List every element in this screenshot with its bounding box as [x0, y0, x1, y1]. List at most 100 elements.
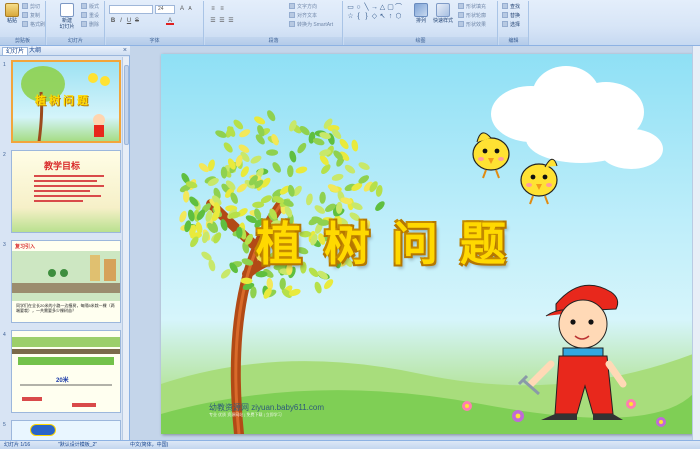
grow-font-icon[interactable]: A	[178, 5, 186, 13]
leaf	[179, 210, 187, 223]
delete-button[interactable]: 删除	[81, 21, 99, 29]
brace-shape-icon[interactable]: {	[355, 13, 362, 20]
line-shape-icon[interactable]: ╲	[363, 4, 370, 11]
tab-slides[interactable]: 幻灯片	[2, 47, 29, 55]
new-slide-button[interactable]: 新建 幻灯片	[57, 3, 77, 30]
hexagon-shape-icon[interactable]: ⬡	[395, 13, 402, 20]
language-indicator[interactable]: 中文(简体，中国)	[130, 441, 168, 449]
slide-thumbnail-5[interactable]	[11, 420, 121, 440]
bullets-icon[interactable]: ≡	[209, 5, 217, 13]
drawing-group-label: 绘图	[344, 37, 497, 45]
new-slide-label: 新建 幻灯片	[59, 18, 75, 30]
cut-button[interactable]: 剪切	[22, 3, 40, 11]
leaf	[297, 142, 307, 154]
find-label: 查找	[510, 4, 521, 10]
font-size-value: 24	[158, 6, 164, 12]
up-arrow-shape-icon[interactable]: ↑	[387, 13, 394, 20]
canvas-scrollbar[interactable]	[692, 46, 700, 440]
leaf	[295, 166, 308, 174]
thumb-4-art	[12, 337, 120, 407]
close-icon[interactable]: ×	[123, 47, 127, 55]
thumb-2-bullets	[34, 175, 104, 202]
ribbon: 粘贴 剪切 复制 格式刷 剪贴板 新建 幻灯片 版式 重设 删除 幻灯片 24 …	[0, 0, 700, 46]
select-button[interactable]: 选择	[502, 21, 520, 29]
tab-outline[interactable]: 大纲	[26, 47, 44, 55]
text-direction-button[interactable]: 文字方向	[289, 3, 317, 11]
star-shape-icon[interactable]: ☆	[347, 13, 354, 20]
editing-group-label: 编辑	[499, 37, 528, 45]
panel-scroll-thumb[interactable]	[124, 65, 129, 145]
rectangle-shape-icon[interactable]: ▭	[347, 4, 354, 11]
thumb-2-title: 教学目标	[44, 162, 81, 172]
smartart-button[interactable]: 转换为 SmartArt	[289, 21, 333, 29]
font-family-combo[interactable]	[109, 5, 153, 14]
leaf	[323, 279, 334, 290]
brush-icon	[22, 21, 28, 27]
oval-shape-icon[interactable]: ○	[355, 4, 362, 11]
leaf	[254, 116, 266, 125]
layout-button[interactable]: 版式	[81, 3, 99, 11]
strikethrough-icon[interactable]: S	[133, 17, 141, 25]
slide[interactable]: 植树问题 幼教资源网 ziyuan.baby611.com 专业 优质 资源网站…	[161, 54, 693, 434]
reset-icon	[81, 12, 87, 18]
slide-thumbnail-4[interactable]: 20米	[11, 330, 121, 413]
leaf	[319, 191, 326, 204]
align-right-icon[interactable]: ☰	[227, 17, 235, 25]
slide-index: 幻灯片 1/16	[4, 442, 31, 448]
paste-button[interactable]: 粘贴	[3, 3, 21, 24]
shapes-gallery[interactable]: ▭ ○ ╲ → △ ▢ ⌒ ☆ { } ◇ ↖ ↑ ⬡	[347, 4, 409, 32]
font-size-combo[interactable]: 24	[155, 5, 175, 14]
quick-styles-button[interactable]: 快速样式	[432, 3, 454, 24]
shape-outline-button[interactable]: 形状轮廓	[458, 12, 486, 20]
left-arrow-shape-icon[interactable]: ↖	[379, 13, 386, 20]
leaf	[215, 130, 227, 138]
slide-canvas-area: 植树问题 幼教资源网 ziyuan.baby611.com 专业 优质 资源网站…	[131, 46, 700, 440]
arrange-button[interactable]: 排列	[412, 3, 430, 24]
paragraph-group: ≡ ≡ ☰ ☰ ☰ 文字方向 对齐文本 转换为 SmartArt 段落	[205, 1, 343, 45]
find-button[interactable]: 查找	[502, 3, 520, 11]
watermark-subtext: 专业 优质 资源网站 | 免费下载 | 立即学习	[209, 412, 282, 417]
quick-styles-label: 快速样式	[432, 18, 453, 24]
align-text-button[interactable]: 对齐文本	[289, 12, 317, 20]
chick-right	[520, 158, 558, 205]
align-center-icon[interactable]: ☰	[218, 17, 226, 25]
brace-right-shape-icon[interactable]: }	[363, 13, 370, 20]
shrink-font-icon[interactable]: A	[186, 5, 194, 13]
thumb-number: 3	[3, 242, 6, 248]
shape-effects-button[interactable]: 形状效果	[458, 21, 486, 29]
leaf	[220, 269, 231, 279]
paint-bucket-icon	[458, 3, 464, 9]
effects-icon	[458, 21, 464, 27]
font-color-icon[interactable]: A	[166, 17, 174, 25]
copy-button[interactable]: 复制	[22, 12, 40, 20]
slide-thumbnail-1[interactable]: 植树问题	[11, 60, 121, 143]
slide-title[interactable]: 植树问题	[256, 208, 528, 274]
leaf	[287, 165, 294, 178]
leaf	[187, 209, 195, 222]
italic-icon[interactable]: I	[117, 17, 125, 25]
curve-shape-icon[interactable]: ⌒	[395, 4, 402, 11]
numbering-icon[interactable]: ≡	[218, 5, 226, 13]
replace-button[interactable]: 替换	[502, 12, 520, 20]
clipboard-group: 粘贴 剪切 复制 格式刷 剪贴板	[0, 1, 46, 45]
bold-icon[interactable]: B	[109, 17, 117, 25]
rounded-rect-shape-icon[interactable]: ▢	[387, 4, 394, 11]
shape-fill-button[interactable]: 形状填充	[458, 3, 486, 11]
underline-icon[interactable]: U	[125, 17, 133, 25]
diamond-shape-icon[interactable]: ◇	[371, 13, 378, 20]
arrow-shape-icon[interactable]: →	[371, 4, 378, 11]
align-left-icon[interactable]: ☰	[209, 17, 217, 25]
slide-thumbnail-2[interactable]: 教学目标	[11, 150, 121, 233]
panel-scrollbar[interactable]	[122, 57, 129, 440]
cursor-icon	[502, 21, 508, 27]
slide-thumbnail-3[interactable]: 复习引入 同学们在全长20米的小路一边植树，每隔5米栽一棵（两端要栽），一共需要…	[11, 240, 121, 323]
leaf	[223, 142, 233, 153]
thumb-number: 2	[3, 152, 6, 158]
triangle-shape-icon[interactable]: △	[379, 4, 386, 11]
format-painter-button[interactable]: 格式刷	[22, 21, 45, 29]
reset-button[interactable]: 重设	[81, 12, 99, 20]
copy-label: 复制	[30, 13, 41, 19]
leaf	[250, 155, 262, 164]
editing-group: 查找 替换 选择 编辑	[499, 1, 529, 45]
smartart-icon	[289, 21, 295, 27]
